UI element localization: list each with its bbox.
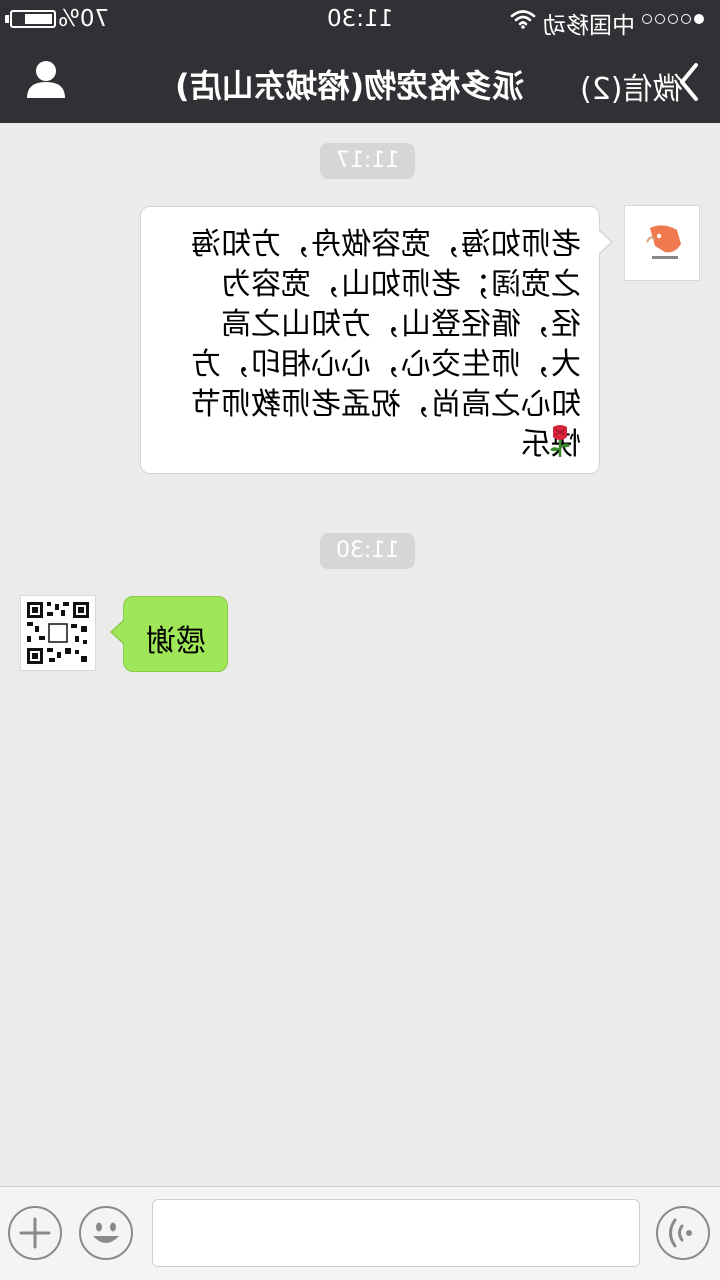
emoji-button[interactable] — [79, 1206, 133, 1260]
wifi-icon — [510, 10, 536, 29]
signal-dot — [655, 14, 665, 24]
plus-button[interactable] — [8, 1206, 62, 1260]
signal-dot — [668, 14, 678, 24]
message-bubble-received[interactable]: 老师如海，宽容做舟，方知海之宽阔；老师如山，宽容为径，循径登山，方知山之高大，师… — [140, 206, 613, 474]
timestamp: 11:17 — [320, 143, 416, 179]
carrier-name: 中国移动 — [543, 13, 635, 39]
signal-strength-icon — [642, 14, 704, 24]
signal-dot — [681, 14, 691, 24]
emoji-icon — [93, 1222, 119, 1243]
input-bar — [0, 1186, 720, 1280]
nav-bar: 派多格宠物(榕城东山店) 微信(2) — [0, 40, 720, 123]
voice-button[interactable] — [656, 1206, 710, 1260]
back-label: 微信(2) — [580, 72, 683, 107]
chat-title: 派多格宠物(榕城东山店) — [175, 67, 525, 105]
message-text: 老师如海，宽容做舟，方知海之宽阔；老师如山，宽容为径，循径登山，方知山之高大，师… — [191, 227, 581, 462]
signal-dot — [642, 14, 652, 24]
contact-icon[interactable] — [25, 60, 67, 100]
message-text: 感谢 — [145, 624, 206, 659]
qr-code-icon — [26, 601, 90, 665]
dog-logo-icon — [646, 225, 681, 259]
message-input[interactable] — [152, 1199, 640, 1267]
signal-dot — [694, 14, 704, 24]
timestamp: 11:30 — [320, 533, 416, 569]
dog-logo-avatar[interactable] — [624, 205, 700, 281]
qr-code-avatar[interactable] — [20, 595, 96, 671]
message-bubble-sent[interactable]: 感谢 — [110, 596, 228, 672]
plus-icon — [19, 1217, 51, 1249]
back-chevron-icon — [680, 63, 698, 101]
status-bar: 70% 11:30 中国移动 — [0, 0, 720, 40]
status-time: 11:30 — [326, 6, 394, 32]
voice-icon — [669, 1218, 692, 1248]
rose-emoji-icon — [550, 425, 570, 457]
